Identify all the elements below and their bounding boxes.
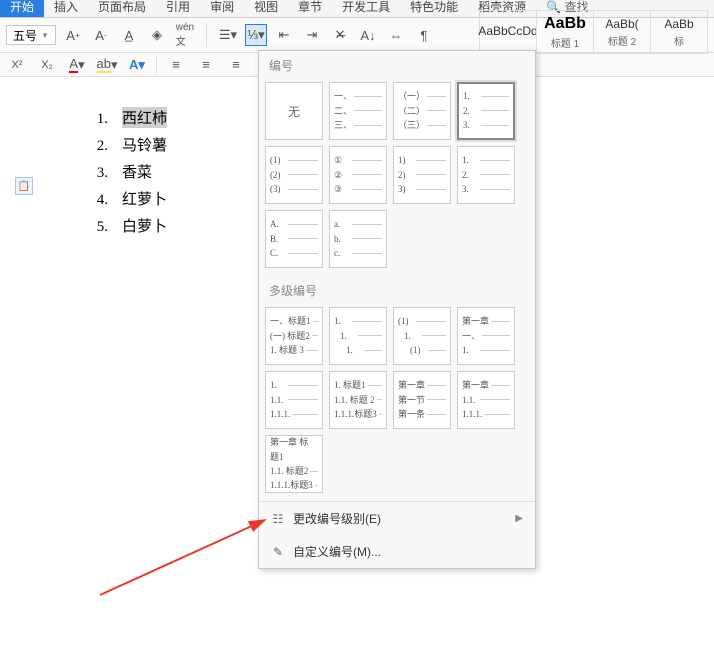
style-preview: AaBb (664, 17, 693, 31)
numbering-option[interactable]: 无 (265, 82, 323, 140)
tab-special[interactable]: 特色功能 (400, 0, 468, 17)
highlight-button[interactable]: ab▾ (96, 54, 118, 76)
pencil-icon: ✎ (271, 545, 285, 559)
numbering-dropdown: 编号 无一、二、三、（一）（二）（三）1.2.3. (1)(2)(3)①②③1)2… (258, 50, 536, 569)
list-number: 4. (80, 192, 108, 209)
tab-chapter[interactable]: 章节 (288, 0, 332, 17)
list-number: 3. (80, 165, 108, 182)
numbering-option[interactable]: A.B.C. (265, 210, 323, 268)
style-preview: AaBb( (605, 17, 638, 31)
change-case-button[interactable]: A̲ (118, 24, 140, 46)
style-normal[interactable]: AaBbCcDd (479, 10, 537, 54)
style-heading2[interactable]: AaBb( 标题 2 (593, 10, 651, 54)
numbering-option[interactable]: (1)(2)(3) (265, 146, 323, 204)
style-preview: AaBb (544, 15, 586, 33)
style-label: 标题 1 (551, 35, 579, 50)
superscript-button[interactable]: X² (6, 54, 28, 76)
list-number: 5. (80, 219, 108, 236)
list-text: 白萝卜 (122, 215, 167, 236)
numbering-section-title: 编号 (259, 51, 535, 78)
align-distribute-button[interactable]: ⇔ (385, 24, 407, 46)
numbering-option[interactable]: 第一章 标题11.1. 标题21.1.1.标题3 (265, 435, 323, 493)
numbering-option[interactable]: a.b.c. (329, 210, 387, 268)
list-text: 西红柿 (122, 107, 167, 128)
text-effects-button[interactable]: A▾ (126, 54, 148, 76)
numbering-grid: 无一、二、三、（一）（二）（三）1.2.3. (1)(2)(3)①②③1)2)3)… (259, 78, 535, 276)
numbering-option[interactable]: 1.2.3. (457, 82, 515, 140)
font-color-button[interactable]: A▾ (66, 54, 88, 76)
list-text: 红萝卜 (122, 188, 167, 209)
tab-reference[interactable]: 引用 (156, 0, 200, 17)
align-center-button[interactable]: ≡ (195, 54, 217, 76)
numbering-option[interactable]: (1)1.(1) (393, 307, 451, 365)
list-text: 马铃薯 (122, 134, 167, 155)
font-size-select[interactable]: 五号 ▼ (6, 25, 56, 45)
numbering-option[interactable]: （一）（二）（三） (393, 82, 451, 140)
list-text: 香菜 (122, 161, 152, 182)
chevron-down-icon: ▼ (41, 31, 49, 40)
ribbon-toolbar: 五号 ▼ A+ A- A̲ ◈ wén文 ☰▾ ⅓▾ ⇤ ⇥ ✕̶ A↓ ⇔ ¶… (0, 18, 714, 53)
style-label: 标题 2 (608, 33, 636, 48)
numbering-option[interactable]: 一、标题1(一) 标题21. 标题 3 (265, 307, 323, 365)
list-number: 1. (80, 111, 108, 128)
change-level-item[interactable]: ☷ 更改编号级别(E) ▶ (259, 502, 535, 535)
tab-insert[interactable]: 插入 (44, 0, 88, 17)
paragraph-marks-button[interactable]: ¶ (413, 24, 435, 46)
styles-gallery: AaBbCcDd AaBb 标题 1 AaBb( 标题 2 AaBb 标 (480, 16, 708, 54)
style-heading3[interactable]: AaBb 标 (650, 10, 708, 54)
custom-numbering-label: 自定义编号(M)... (293, 543, 381, 560)
numbering-option[interactable]: 1.1.1.1.1.1. (265, 371, 323, 429)
subscript-button[interactable]: X₂ (36, 54, 58, 76)
numbering-button[interactable]: ⅓▾ (245, 24, 267, 46)
change-level-label: 更改编号级别(E) (293, 510, 381, 527)
list-number: 2. (80, 138, 108, 155)
chevron-right-icon: ▶ (515, 513, 523, 524)
dropdown-footer: ☷ 更改编号级别(E) ▶ ✎ 自定义编号(M)... (259, 501, 535, 568)
multilevel-section-title: 多级编号 (259, 276, 535, 303)
increase-font-button[interactable]: A+ (62, 24, 84, 46)
numbering-option[interactable]: ①②③ (329, 146, 387, 204)
numbering-option[interactable]: 第一章1.1.1.1.1. (457, 371, 515, 429)
sort-button[interactable]: A↓ (357, 24, 379, 46)
clear-format-button[interactable]: ◈ (146, 24, 168, 46)
style-heading1[interactable]: AaBb 标题 1 (536, 10, 594, 54)
paste-options-icon[interactable]: 📋 (15, 177, 33, 195)
change-level-icon: ☷ (271, 512, 285, 526)
numbering-option[interactable]: 第一章第一节第一条 (393, 371, 451, 429)
numbering-option[interactable]: 1.2.3. (457, 146, 515, 204)
style-label: 标 (674, 33, 684, 48)
increase-indent-button[interactable]: ⇥ (301, 24, 323, 46)
numbering-option[interactable]: 1)2)3) (393, 146, 451, 204)
decrease-indent-button[interactable]: ⇤ (273, 24, 295, 46)
align-left-button[interactable]: ≡ (165, 54, 187, 76)
numbering-option[interactable]: 1.1.1. (329, 307, 387, 365)
tab-dev[interactable]: 开发工具 (332, 0, 400, 17)
tab-layout[interactable]: 页面布局 (88, 0, 156, 17)
multilevel-grid: 一、标题1(一) 标题21. 标题 31.1.1.(1)1.(1)第一章一、1.… (259, 303, 535, 501)
numbering-option[interactable]: 1. 标题11.1. 标题 21.1.1.标题3 (329, 371, 387, 429)
align-right-button[interactable]: ≡ (225, 54, 247, 76)
bullet-list-button[interactable]: ☰▾ (217, 24, 239, 46)
compare-button[interactable]: ✕̶ (329, 24, 351, 46)
tab-review[interactable]: 审阅 (200, 0, 244, 17)
separator (206, 23, 207, 47)
decrease-font-button[interactable]: A- (90, 24, 112, 46)
tab-view[interactable]: 视图 (244, 0, 288, 17)
phonetic-guide-button[interactable]: wén文 (174, 24, 196, 46)
numbering-option[interactable]: 第一章一、1. (457, 307, 515, 365)
custom-numbering-item[interactable]: ✎ 自定义编号(M)... (259, 535, 535, 568)
numbering-option[interactable]: 一、二、三、 (329, 82, 387, 140)
tab-start[interactable]: 开始 (0, 0, 44, 17)
font-size-label: 五号 (13, 27, 37, 44)
style-preview: AaBbCcDd (478, 24, 537, 38)
separator (156, 56, 157, 74)
